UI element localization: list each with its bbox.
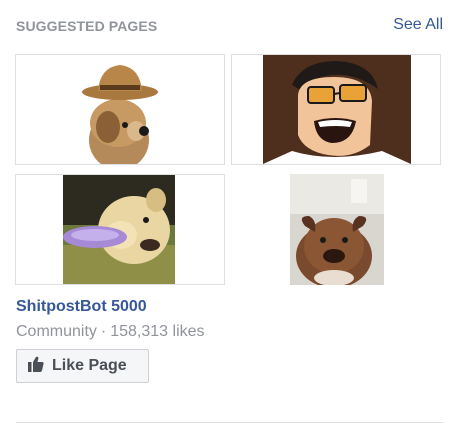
thumbnail-dog-cowboy-hat[interactable] (15, 54, 225, 165)
see-all-link[interactable]: See All (393, 16, 443, 34)
suggested-pages-header: SUGGESTED PAGES See All (16, 16, 443, 38)
thumbnail-dog-looking-up[interactable] (231, 174, 441, 285)
bottom-divider (16, 422, 443, 423)
page-meta: Community · 158,313 likes (16, 323, 205, 341)
like-page-button[interactable]: Like Page (16, 349, 149, 383)
page-likes-count: 158,313 likes (110, 323, 205, 340)
page-category: Community (16, 323, 97, 340)
dog-frisbee-image (16, 175, 224, 284)
thumbnail-dog-frisbee[interactable] (15, 174, 225, 285)
cartoon-man-image (232, 55, 440, 164)
meta-separator: · (100, 323, 107, 340)
thumbnail-cartoon-man[interactable] (231, 54, 441, 165)
page-name-link[interactable]: ShitpostBot 5000 (16, 298, 147, 316)
like-page-label: Like Page (52, 357, 127, 374)
thumbs-up-icon (28, 356, 44, 377)
section-title: SUGGESTED PAGES (16, 18, 158, 34)
dog-looking-up-image (231, 174, 441, 285)
dog-cowboy-hat-image (16, 55, 224, 164)
